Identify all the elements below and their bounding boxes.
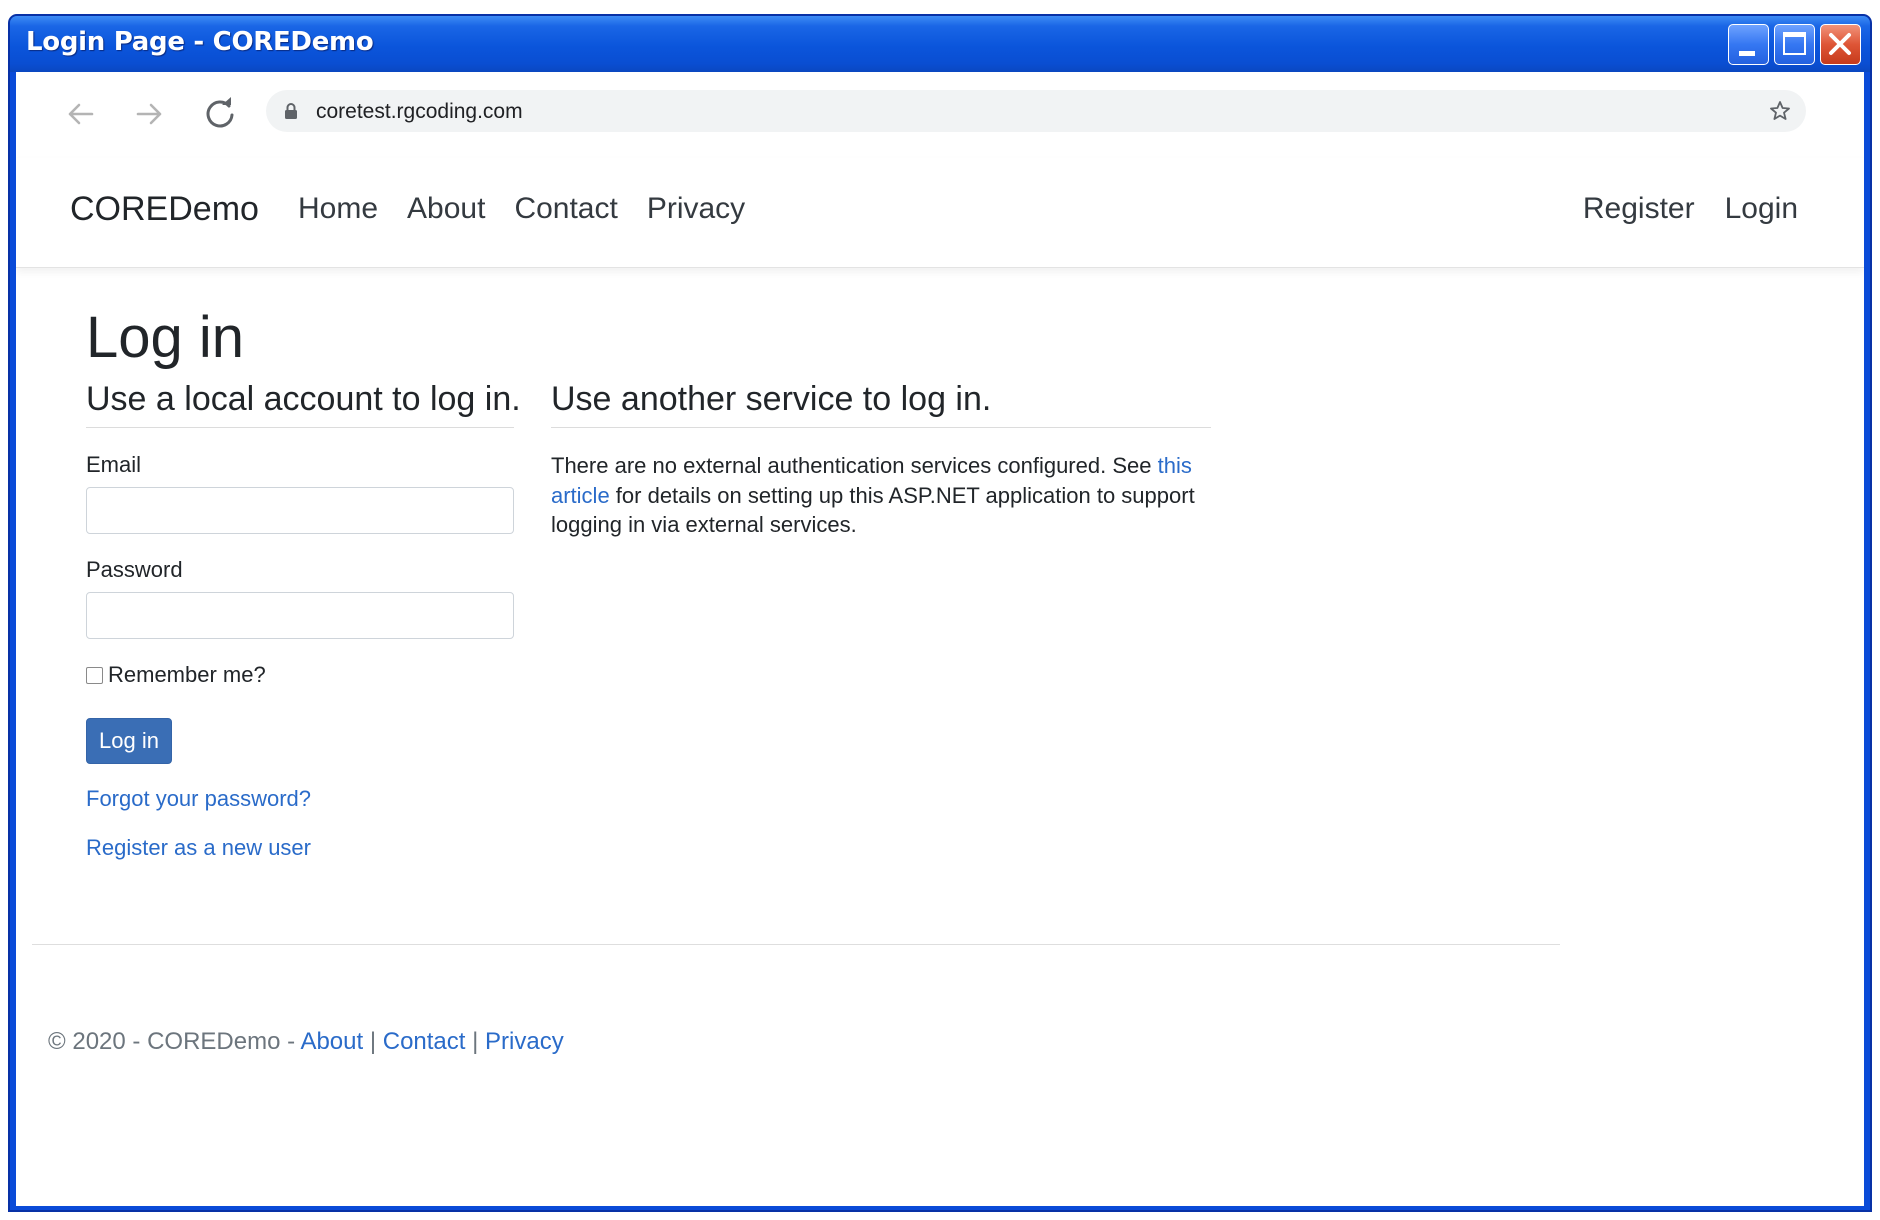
maximize-button[interactable] bbox=[1774, 24, 1815, 65]
nav-link-contact[interactable]: Contact bbox=[514, 192, 617, 226]
title-bar[interactable]: Login Page - COREDemo bbox=[10, 16, 1870, 72]
nav-right-links: Register Login bbox=[1583, 192, 1798, 226]
nav-link-home[interactable]: Home bbox=[298, 192, 378, 226]
forward-arrow-icon[interactable] bbox=[130, 94, 170, 134]
brand-link[interactable]: COREDemo bbox=[70, 190, 259, 229]
site-footer: © 2020 - COREDemo - About | Contact | Pr… bbox=[48, 1028, 564, 1056]
footer-copyright: © 2020 - COREDemo - bbox=[48, 1028, 301, 1055]
page-title: Log in bbox=[86, 305, 245, 370]
site-navbar: COREDemo Home About Contact Privacy Regi… bbox=[16, 158, 1864, 268]
external-text-after: for details on setting up this ASP.NET a… bbox=[551, 482, 1195, 538]
footer-link-contact[interactable]: Contact bbox=[383, 1028, 466, 1055]
remember-me-label[interactable]: Remember me? bbox=[108, 662, 266, 688]
nav-link-about[interactable]: About bbox=[407, 192, 485, 226]
back-arrow-icon[interactable] bbox=[60, 94, 100, 134]
close-button[interactable] bbox=[1820, 24, 1861, 65]
star-icon[interactable] bbox=[1768, 99, 1792, 123]
minimize-button[interactable] bbox=[1728, 24, 1769, 65]
browser-toolbar: coretest.rgcoding.com bbox=[16, 72, 1864, 158]
external-divider bbox=[551, 427, 1211, 428]
footer-separator: | bbox=[465, 1028, 486, 1055]
password-field[interactable] bbox=[86, 592, 514, 639]
forgot-password-link[interactable]: Forgot your password? bbox=[86, 786, 311, 812]
lock-icon bbox=[285, 103, 297, 119]
nav-links: Home About Contact Privacy bbox=[298, 192, 745, 226]
browser-window: Login Page - COREDemo coretest.rgcoding.… bbox=[8, 14, 1872, 1212]
external-services-message: There are no external authentication ser… bbox=[551, 451, 1221, 540]
address-bar[interactable]: coretest.rgcoding.com bbox=[266, 90, 1806, 132]
footer-divider bbox=[32, 944, 1560, 945]
nav-link-privacy[interactable]: Privacy bbox=[647, 192, 745, 226]
external-service-heading: Use another service to log in. bbox=[551, 380, 992, 418]
browser-client-area: coretest.rgcoding.com COREDemo Home Abou… bbox=[16, 72, 1864, 1206]
close-icon bbox=[1829, 33, 1851, 55]
footer-link-about[interactable]: About bbox=[300, 1028, 363, 1055]
email-field[interactable] bbox=[86, 487, 514, 534]
reload-icon[interactable] bbox=[200, 94, 240, 134]
register-new-user-link[interactable]: Register as a new user bbox=[86, 835, 311, 861]
local-account-heading: Use a local account to log in. bbox=[86, 380, 521, 418]
url-text[interactable]: coretest.rgcoding.com bbox=[316, 100, 523, 124]
password-label: Password bbox=[86, 557, 183, 582]
local-divider bbox=[86, 427, 514, 428]
email-label: Email bbox=[86, 452, 142, 477]
nav-link-register[interactable]: Register bbox=[1583, 192, 1695, 226]
nav-link-login[interactable]: Login bbox=[1725, 192, 1798, 226]
footer-link-privacy[interactable]: Privacy bbox=[485, 1028, 564, 1055]
maximize-icon bbox=[1783, 32, 1806, 55]
remember-me-checkbox[interactable] bbox=[86, 667, 103, 684]
window-title: Login Page - COREDemo bbox=[26, 27, 374, 57]
minimize-icon bbox=[1739, 51, 1755, 56]
login-submit-button[interactable]: Log in bbox=[86, 718, 172, 764]
external-text-before: There are no external authentication ser… bbox=[551, 453, 1158, 478]
footer-separator: | bbox=[363, 1028, 383, 1055]
